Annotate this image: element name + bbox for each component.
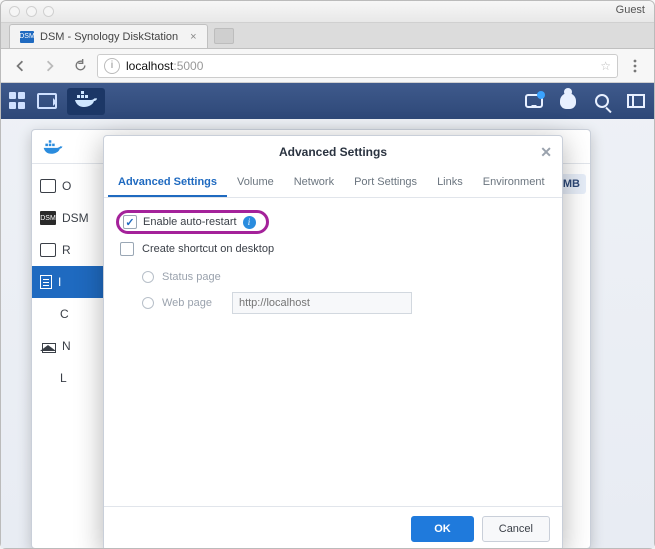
address-bar[interactable]: i localhost:5000 ☆ [97, 54, 618, 78]
main-menu-icon[interactable] [9, 92, 27, 110]
sidebar-item-image[interactable]: I [32, 266, 105, 298]
create-shortcut-label: Create shortcut on desktop [142, 243, 274, 255]
tab-title: DSM - Synology DiskStation [40, 31, 178, 43]
notifications-icon[interactable] [524, 91, 544, 111]
advanced-settings-modal: Advanced Settings ✕ Advanced Settings Vo… [103, 135, 563, 548]
sidebar-item-log[interactable]: L [32, 362, 105, 394]
modal-title: Advanced Settings ✕ [104, 136, 562, 168]
modal-body: Enable auto-restart i Create shortcut on… [104, 198, 562, 506]
sidebar-item-overview[interactable]: O [32, 170, 105, 202]
tab-advanced-settings[interactable]: Advanced Settings [108, 168, 227, 197]
tab-close-icon[interactable]: × [190, 31, 196, 43]
dsm-desktop: O DSMDSM R I C N L 0 MB Advanced Setting… [1, 83, 654, 548]
site-info-icon[interactable]: i [104, 58, 120, 74]
widgets-icon[interactable] [626, 91, 646, 111]
auto-restart-highlight: Enable auto-restart i [116, 210, 269, 234]
modal-tabs: Advanced Settings Volume Network Port Se… [104, 168, 562, 198]
sidebar-item-dsm[interactable]: DSMDSM [32, 202, 105, 234]
reload-button[interactable] [67, 54, 93, 78]
status-page-radio [142, 271, 154, 283]
auto-restart-checkbox[interactable] [123, 215, 137, 229]
auto-restart-label: Enable auto-restart [143, 216, 237, 228]
browser-tabstrip: DSM DSM - Synology DiskStation × [1, 23, 654, 49]
sidebar-item-network[interactable]: N [32, 330, 105, 362]
cancel-button[interactable]: Cancel [482, 516, 550, 542]
mac-titlebar: Guest [1, 1, 654, 23]
url-port: :5000 [173, 59, 203, 73]
traffic-lights [9, 6, 54, 17]
browser-window: Guest DSM DSM - Synology DiskStation × i… [0, 0, 655, 549]
favicon-icon: DSM [20, 31, 34, 43]
web-page-radio [142, 297, 154, 309]
url-host: localhost [126, 59, 173, 73]
tab-network[interactable]: Network [284, 168, 344, 197]
docker-app-icon[interactable] [67, 88, 105, 115]
search-icon[interactable] [592, 91, 612, 111]
sidebar-item-container[interactable]: C [32, 298, 105, 330]
dsm-topbar [1, 83, 654, 119]
tab-volume[interactable]: Volume [227, 168, 284, 197]
info-icon[interactable]: i [243, 216, 256, 229]
docker-sidebar: O DSMDSM R I C N L [32, 164, 106, 548]
web-page-url-input [232, 292, 412, 314]
web-page-label: Web page [162, 297, 212, 309]
back-button[interactable] [7, 54, 33, 78]
profile-label[interactable]: Guest [616, 4, 645, 16]
package-center-icon[interactable] [37, 93, 57, 109]
tab-port-settings[interactable]: Port Settings [344, 168, 427, 197]
sidebar-item-registry[interactable]: R [32, 234, 105, 266]
browser-toolbar: i localhost:5000 ☆ [1, 49, 654, 83]
tab-environment[interactable]: Environment [473, 168, 555, 197]
status-page-label: Status page [162, 271, 221, 283]
browser-tab[interactable]: DSM DSM - Synology DiskStation × [9, 24, 208, 48]
minimize-window-icon[interactable] [26, 6, 37, 17]
close-window-icon[interactable] [9, 6, 20, 17]
user-icon[interactable] [558, 91, 578, 111]
zoom-window-icon[interactable] [43, 6, 54, 17]
ok-button[interactable]: OK [411, 516, 474, 542]
create-shortcut-checkbox[interactable] [120, 242, 134, 256]
forward-button[interactable] [37, 54, 63, 78]
browser-menu-button[interactable] [622, 54, 648, 78]
modal-footer: OK Cancel [104, 506, 562, 548]
new-tab-button[interactable] [214, 28, 234, 44]
tab-links[interactable]: Links [427, 168, 473, 197]
bookmark-icon[interactable]: ☆ [600, 59, 611, 73]
close-icon[interactable]: ✕ [540, 144, 552, 161]
